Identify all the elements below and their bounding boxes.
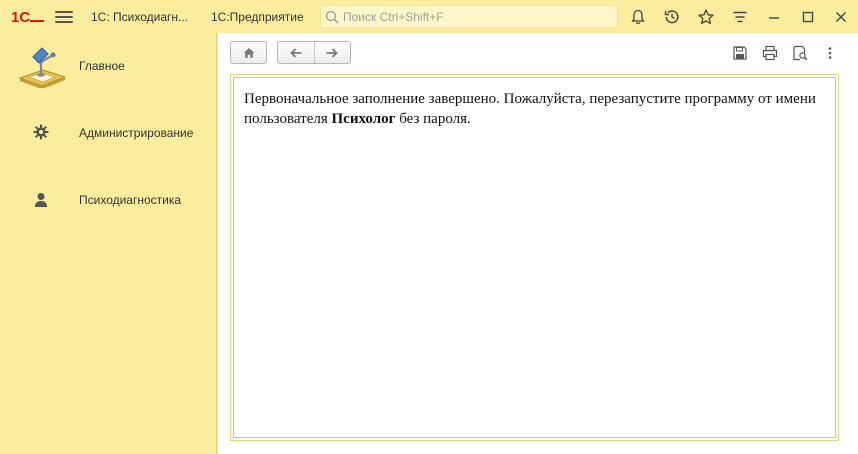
maximize-button[interactable] [797, 6, 819, 28]
message-text-part2: без пароля. [395, 111, 471, 127]
hamburger-icon-line [55, 16, 73, 18]
print-button[interactable] [760, 43, 780, 63]
main-content-area: Первоначальное заполнение завершено. Пож… [218, 33, 858, 454]
message-text-part1: Первоначальное заполнение завершено. Пож… [244, 91, 816, 127]
notifications-button[interactable] [627, 6, 649, 28]
sections-panel: Главное Администрирование Психодиагности… [0, 33, 217, 454]
home-icon [243, 47, 254, 58]
section-main[interactable]: Главное [0, 44, 216, 88]
svg-text:1С: 1С [11, 9, 30, 25]
section-label: Психодиагностика [79, 193, 182, 207]
bell-icon [631, 9, 645, 24]
forward-button[interactable] [313, 42, 351, 63]
section-psychodiagnostics[interactable]: Психодиагностика [0, 178, 216, 222]
functions-menu-icon [733, 11, 747, 23]
maximize-icon [802, 11, 814, 23]
desk-lamp-icon [15, 44, 67, 88]
title-bar: 1С 1С: Психодиагн... 1С:Предприятие [0, 0, 858, 33]
completion-message: Первоначальное заполнение завершено. Пож… [244, 89, 825, 129]
hamburger-icon-line [55, 21, 73, 23]
close-icon [836, 12, 846, 22]
history-button[interactable] [661, 6, 683, 28]
navigation-buttons [277, 41, 351, 64]
preview-button[interactable] [790, 43, 810, 63]
section-label: Администрирование [79, 126, 194, 140]
person-icon [34, 192, 48, 208]
arrow-left-icon [289, 47, 302, 58]
functions-menu-button[interactable] [729, 6, 751, 28]
section-administration[interactable]: Администрирование [0, 111, 216, 155]
more-actions-button[interactable] [820, 43, 840, 63]
app-title: 1С: Психодиагн... [91, 10, 188, 24]
search-icon [325, 10, 339, 24]
printer-icon [762, 45, 778, 61]
search-input[interactable] [343, 9, 603, 24]
save-button[interactable] [730, 43, 750, 63]
arrow-right-icon [326, 47, 339, 58]
hamburger-icon [55, 11, 73, 13]
back-button[interactable] [278, 42, 314, 63]
close-button[interactable] [830, 6, 852, 28]
message-panel: Первоначальное заполнение завершено. Пож… [233, 77, 836, 438]
print-preview-icon [793, 45, 808, 61]
main-menu-button[interactable] [55, 9, 73, 25]
history-icon [664, 10, 679, 24]
home-button[interactable] [230, 41, 267, 64]
gear-icon [33, 124, 49, 140]
platform-title: 1С:Предприятие [211, 10, 304, 24]
section-label: Главное [79, 59, 125, 73]
more-vertical-icon [828, 47, 832, 59]
search-box[interactable] [320, 5, 618, 28]
message-frame: Первоначальное заполнение завершено. Пож… [230, 74, 839, 441]
1c-logo-icon[interactable]: 1С [11, 8, 45, 25]
minimize-button[interactable] [763, 6, 785, 28]
favorites-button[interactable] [695, 6, 717, 28]
save-icon [733, 46, 747, 60]
minimize-icon [769, 17, 779, 19]
message-username: Психолог [331, 111, 396, 127]
star-icon [698, 9, 714, 25]
